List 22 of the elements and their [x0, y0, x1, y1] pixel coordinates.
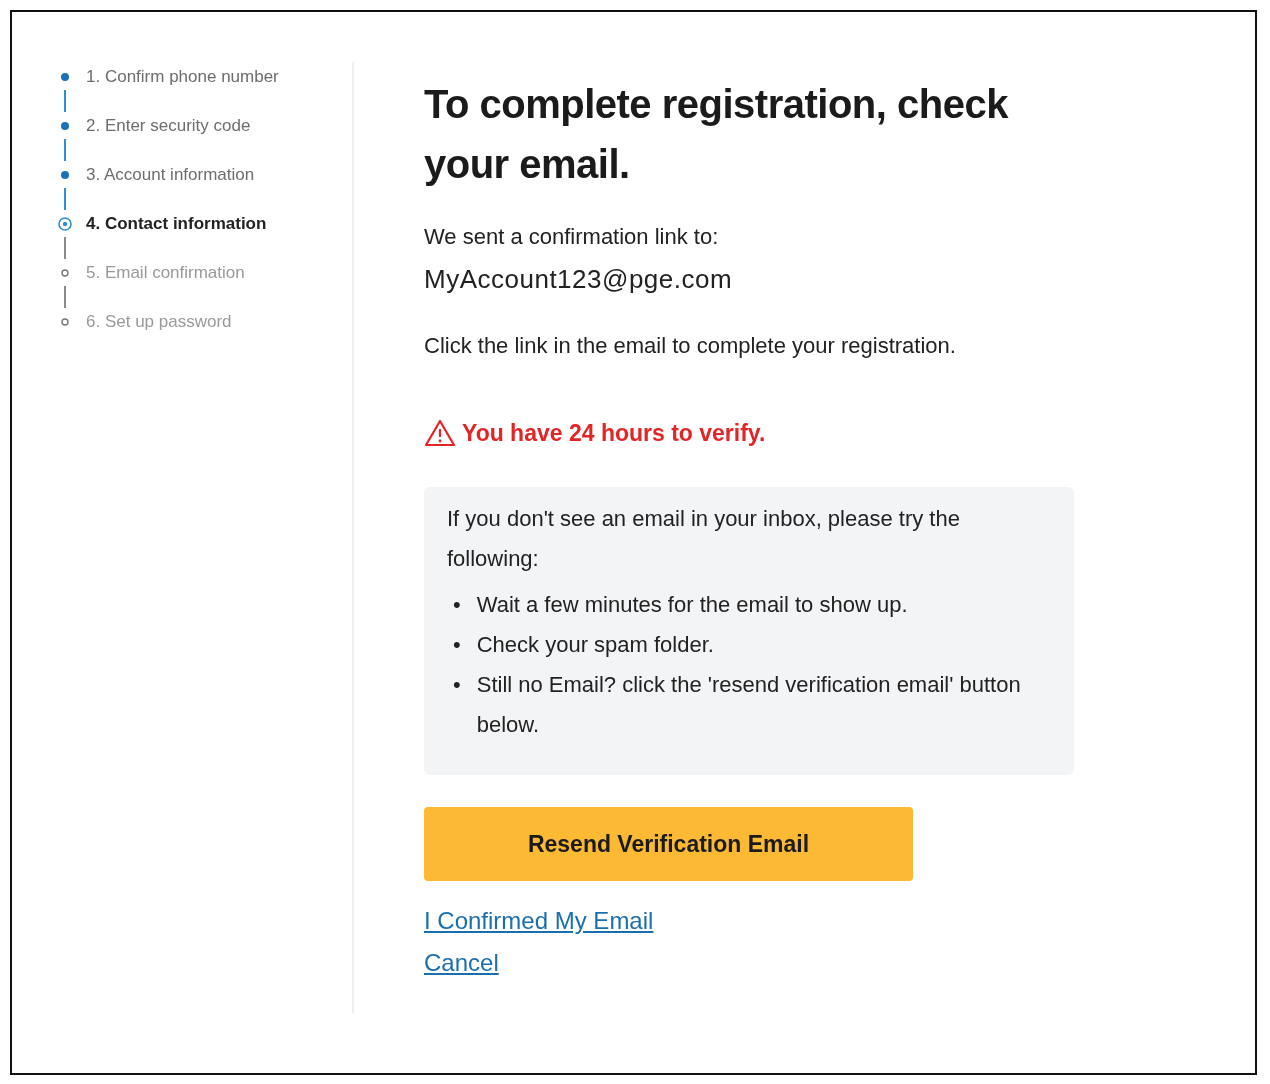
step-label: 2. Enter security code: [86, 116, 251, 136]
tip-text: Check your spam folder.: [476, 631, 714, 659]
instruction-text: Click the link in the email to complete your registration.: [424, 333, 957, 359]
page-title: To complete registration, check your email.: [424, 81, 1010, 188]
step-label: 6. Set up password: [86, 312, 232, 332]
tip-text: Wait a few minutes for the email to show up.: [476, 591, 908, 619]
step-label: 3. Account information: [86, 165, 255, 185]
step-label: 5. Email confirmation: [86, 263, 245, 283]
help-text: If you don't see an email in your inbox, please try the following:: [447, 505, 961, 573]
email-address: MyAccount123@pge.com: [424, 264, 734, 295]
text-link[interactable]: Cancel: [424, 949, 499, 977]
text-link[interactable]: I Confirmed My Email: [424, 907, 654, 935]
step-label: 1. Confirm phone number: [86, 67, 279, 87]
bullet: •: [453, 631, 461, 659]
warning-icon: [424, 419, 456, 447]
bullet: •: [453, 591, 461, 619]
bullet: •: [453, 671, 461, 699]
sent-label: We sent a confirmation link to:: [424, 224, 720, 250]
step-label: 4. Contact information: [86, 214, 267, 234]
tip-text: Still no Email? click the 'resend verification email' button below.: [476, 671, 1022, 739]
warning-text: You have 24 hours to verify.: [462, 419, 766, 447]
resend-button[interactable]: Resend Verification Email: [424, 807, 913, 881]
